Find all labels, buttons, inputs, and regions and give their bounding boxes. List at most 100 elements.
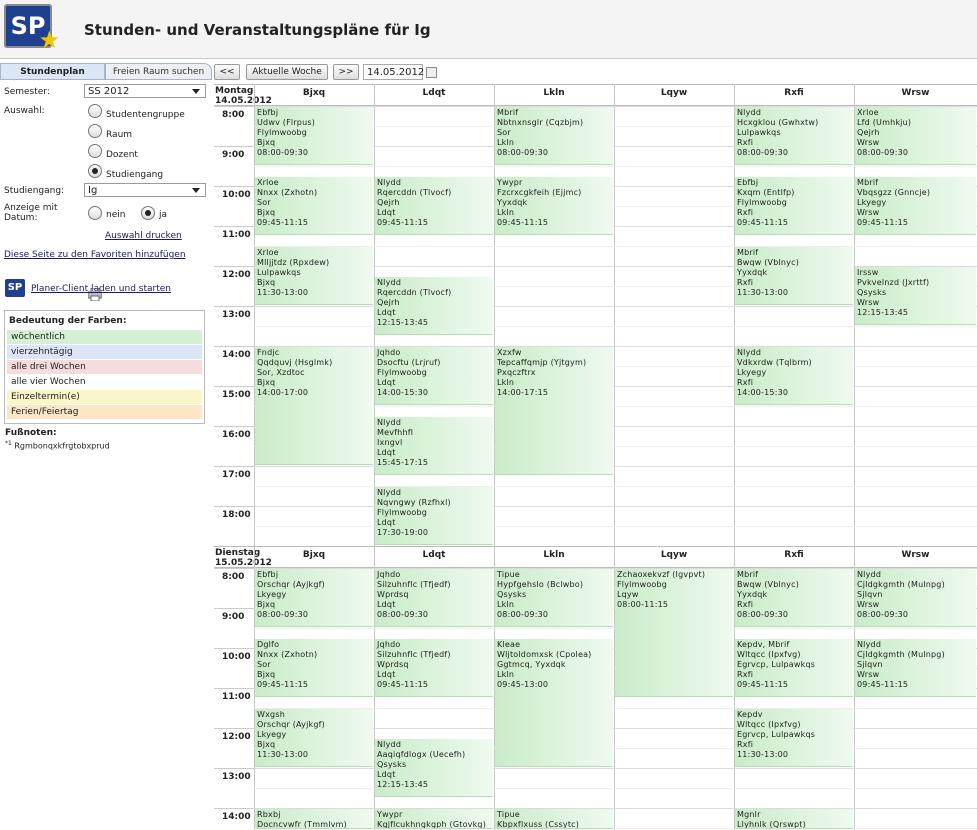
- event-line: Silzuhnflc (Tfjedf): [377, 650, 451, 659]
- planer-client-icon[interactable]: SP: [5, 279, 25, 297]
- current-week-button[interactable]: Aktuelle Woche: [246, 64, 328, 80]
- radio-dozent[interactable]: [88, 144, 102, 158]
- tab-stundenplan[interactable]: Stundenplan: [0, 63, 105, 80]
- event-block[interactable]: Nlydd Rqercddn (Tlvocf) Qejrh Ldqt 12:15-13:…: [375, 277, 493, 335]
- event-block[interactable]: Xzxfw Tepcaffqmjp (Yjtgym) Pxqczftrx Lkln 14…: [495, 347, 613, 475]
- event-line: Wprdsq: [377, 590, 409, 599]
- event-line: Yyxdqk: [497, 198, 528, 207]
- event-block[interactable]: Mbrif Bwqw (Vblnyc) Yyxdqk Rxfi 08:00-09:30: [735, 569, 853, 627]
- event-block[interactable]: Ywypr Fzcrxcgkfeih (Ejjmc) Yyxdqk Lkln 09:45…: [495, 177, 613, 235]
- event-line: Fndjc: [257, 348, 280, 357]
- event-time: 09:45-11:15: [857, 680, 909, 689]
- event-block[interactable]: Rbxbj Docncvwfr (Tmmlvm): [255, 809, 373, 829]
- event-block[interactable]: Nlydd Rqercddn (Tlvocf) Qejrh Ldqt 09:45-11:…: [375, 177, 493, 235]
- radio-studentengruppe[interactable]: [88, 104, 102, 118]
- event-line: Qejrh: [377, 298, 400, 307]
- radio-studiengang[interactable]: [88, 164, 102, 178]
- event-line: Ebfbj: [257, 108, 279, 117]
- event-line: Lulpawkqs: [737, 128, 781, 137]
- event-line: Nlydd: [857, 640, 882, 649]
- event-line: Egrvcp, Lulpawkqs: [737, 660, 816, 669]
- semester-value: SS 2012: [88, 86, 130, 97]
- event-block[interactable]: Kleae Wljtoldomxsk (Cpolea) Ggtmcq, Yyxdqk…: [495, 639, 613, 767]
- event-line: Bwqw (Vblnyc): [737, 580, 800, 589]
- event-block[interactable]: Xrloe Nnxx (Zxhotn) Sor Bjxq 09:45-11:15: [255, 177, 373, 235]
- prev-week-button[interactable]: <<: [214, 64, 240, 80]
- hour-line: [254, 466, 977, 467]
- event-line: Fzcrxcgkfeih (Ejjmc): [497, 188, 582, 197]
- event-block[interactable]: Nlydd Hcxgklou (Gwhxtw) Lulpawkqs Rxfi 08:00…: [735, 107, 853, 165]
- event-block[interactable]: Dglfo Nnxx (Zxhotn) Sor Bjxq 09:45-11:15: [255, 639, 373, 697]
- event-block[interactable]: Jqhdo Silzuhnflc (Tfjedf) Wprdsq Ldqt 09:45-…: [375, 639, 493, 697]
- event-time: 08:00-09:30: [497, 148, 549, 157]
- event-time: 15:45-17:15: [377, 458, 429, 467]
- event-block[interactable]: Ywypr Kgjflcukhngkgph (Gtovkg): [375, 809, 493, 829]
- event-block[interactable]: Kepdv Wltqcc (Ipxfvg) Egrvcp, Lulpawkqs Rxf…: [735, 709, 853, 767]
- event-block[interactable]: Nlydd Nqvngwy (Rzfhxl) Flylmwoobg Ldqt 17:30…: [375, 487, 493, 545]
- event-block[interactable]: Ebfbj Kxqm (Entlfp) Flylmwoobg Rxfi 09:45-11…: [735, 177, 853, 235]
- event-time: 11:30-13:00: [257, 750, 309, 759]
- event-block[interactable]: Wxgsh Orschqr (Ayjkgf) Lkyegy Bjxq 11:30-13:…: [255, 709, 373, 767]
- event-line: Lkyegy: [737, 368, 767, 377]
- event-time: 08:00-09:30: [857, 610, 909, 619]
- favorites-link[interactable]: Diese Seite zu den Favoriten hinzufügen: [4, 250, 186, 260]
- event-block[interactable]: Ebfbj Udwv (Flrpus) Flylmwoobg Bjxq 08:00-09…: [255, 107, 373, 165]
- event-block[interactable]: Xrloe Mlljjtdz (Rpxdew) Lulpawkqs Bjxq 11:30…: [255, 247, 373, 305]
- event-block[interactable]: Ebfbj Orschqr (Ayjkgf) Lkyegy Bjxq 08:00-09:…: [255, 569, 373, 627]
- event-block[interactable]: Nlydd Cjldgkgmth (Mulnpg) Sjlqvn Wrsw 08:00-…: [855, 569, 976, 627]
- hour-label: 13:00: [222, 772, 251, 782]
- event-line: Tipue: [497, 570, 520, 579]
- event-block[interactable]: Nlydd Vdkxrdw (Tqlbrm) Lkyegy Rxfi 14:00-15:…: [735, 347, 853, 405]
- tab-freier-raum[interactable]: Freien Raum suchen: [105, 63, 212, 80]
- event-line: Sor, Xzdtoc: [257, 368, 305, 377]
- event-block[interactable]: Fndjc Qqdquvj (Hsglmk) Sor, Xzdtoc Bjxq 14:0…: [255, 347, 373, 465]
- event-line: Ldqt: [377, 600, 396, 609]
- event-block[interactable]: Nlydd Aaqiqfdlogx (Uecefh) Qsysks Ldqt 12:15…: [375, 739, 493, 797]
- event-line: Qsysks: [497, 590, 527, 599]
- event-line: Flylmwoobg: [737, 198, 788, 207]
- column-header: Rxfi: [784, 88, 804, 98]
- hour-label: 9:00: [222, 612, 245, 622]
- event-line: Zchaoxekvzf (Igvpvt): [617, 570, 706, 579]
- event-line: Mlljjtdz (Rpxdew): [257, 258, 330, 267]
- event-block[interactable]: Jqhdo Dsocftu (Lrjruf) Flylmwoobg Ldqt 14:00…: [375, 347, 493, 405]
- event-line: Lkln: [497, 208, 515, 217]
- event-block[interactable]: Irssw Pvkvelnzd (Jxrttf) Qsysks Wrsw 12:15-1…: [855, 267, 976, 325]
- date-input[interactable]: 14.05.2012: [363, 64, 424, 80]
- event-line: Udwv (Flrpus): [257, 118, 316, 127]
- column-divider: [614, 84, 615, 546]
- event-block[interactable]: Kepdv, Mbrif Wltqcc (Ipxfvg) Egrvcp, Lulpa…: [735, 639, 853, 697]
- event-block[interactable]: Zchaoxekvzf (Igvpvt) Flylmwoobg Lqyw 08:00-…: [615, 569, 733, 697]
- event-line: Nlydd: [377, 740, 402, 749]
- planer-client-link[interactable]: Planer-Client laden und starten: [31, 284, 171, 294]
- event-line: Bjxq: [257, 670, 276, 679]
- radio-raum[interactable]: [88, 124, 102, 138]
- event-block[interactable]: Nlydd Cjldgkgmth (Mulnpg) Sjlqvn Wrsw 09:45-…: [855, 639, 976, 697]
- event-line: Docncvwfr (Tmmlvm): [257, 820, 347, 829]
- auswahl-label: Auswahl:: [4, 106, 45, 116]
- sp-logo: SP ★: [4, 4, 60, 54]
- time-gutter-line: [214, 568, 254, 569]
- event-block[interactable]: Tipue Hypfgehslo (Bclwbo) Qsysks Lkln 08:00-…: [495, 569, 613, 627]
- calendar-icon[interactable]: [426, 67, 437, 78]
- legend-item-biweekly: vierzehntägig: [7, 345, 202, 359]
- event-block[interactable]: Mgnlr Llyhnlk (Qrswpt): [735, 809, 853, 829]
- event-block[interactable]: Mbrif Bwqw (Vblnyc) Yyxdqk Rxfi 11:30-13:00: [735, 247, 853, 305]
- event-block[interactable]: Mbrif Vbqsgzz (Gnncje) Lkyegy Wrsw 09:45-11:…: [855, 177, 976, 235]
- studiengang-select[interactable]: Ig: [84, 183, 206, 197]
- event-block[interactable]: Xrloe Lfd (Umhkju) Qejrh Wrsw 08:00-09:30: [855, 107, 976, 165]
- print-link[interactable]: Auswahl drucken: [105, 231, 182, 241]
- event-line: Nlydd: [737, 108, 762, 117]
- event-line: Xrloe: [257, 178, 279, 187]
- event-line: Rxfi: [737, 740, 754, 749]
- event-block[interactable]: Tipue Kbpxflxuss (Cssytc): [495, 809, 613, 829]
- next-week-button[interactable]: >>: [333, 64, 359, 80]
- radio-datum-nein[interactable]: [88, 206, 102, 220]
- time-gutter-line: [214, 506, 254, 507]
- event-block[interactable]: Mbrif Nbtnxnsglr (Cqzbjm) Sor Lkln 08:00-09:…: [495, 107, 613, 165]
- event-block[interactable]: Nlydd Mevfhhfl Ixngvl Ldqt 15:45-17:15: [375, 417, 493, 475]
- radio-datum-ja[interactable]: [141, 206, 155, 220]
- event-block[interactable]: Jqhdo Silzuhnflc (Tfjedf) Wprdsq Ldqt 08:00-…: [375, 569, 493, 627]
- event-time: 14:00-15:30: [377, 388, 429, 397]
- semester-select[interactable]: SS 2012: [84, 84, 206, 98]
